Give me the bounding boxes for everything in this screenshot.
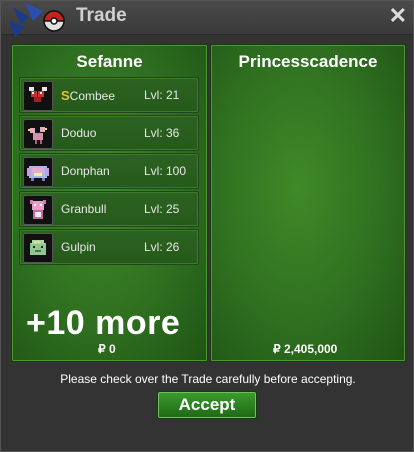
shiny-icon: S <box>61 88 70 103</box>
doduo-sprite-icon <box>23 119 53 149</box>
pokemon-name: Granbull <box>61 202 107 216</box>
pokemon-level: Lvl: 21 <box>144 88 180 102</box>
trade-window: Trade ✕ Sefanne SCombee Lvl: 21 Doduo Lv… <box>0 0 414 452</box>
partner-name: Princesscadence <box>238 52 378 71</box>
pokemon-row[interactable]: Donphan Lvl: 100 <box>19 153 199 189</box>
player-name: Sefanne <box>76 52 143 71</box>
pokemon-level: Lvl: 26 <box>144 240 180 254</box>
combee-sprite-icon <box>23 81 53 111</box>
pokemon-level: Lvl: 36 <box>144 126 180 140</box>
pokemon-name: Gulpin <box>61 240 96 254</box>
my-offer-panel: Sefanne SCombee Lvl: 21 Doduo Lvl: 36 Do… <box>11 44 208 362</box>
pokemon-level: Lvl: 100 <box>144 164 187 178</box>
pokemon-row[interactable]: SCombee Lvl: 21 <box>19 77 199 113</box>
close-icon[interactable]: ✕ <box>389 3 407 29</box>
pokemon-row[interactable]: Granbull Lvl: 25 <box>19 191 199 227</box>
pokeball-logo-icon <box>9 3 65 37</box>
pokemon-name: Donphan <box>61 164 110 178</box>
window-title: Trade <box>76 5 127 26</box>
trade-notice: Please check over the Trade carefully be… <box>60 372 356 386</box>
pokemon-row[interactable]: Gulpin Lvl: 26 <box>19 229 199 265</box>
gulpin-sprite-icon <box>23 233 53 263</box>
accept-button[interactable]: Accept <box>158 392 256 418</box>
pokemon-level: Lvl: 25 <box>144 202 180 216</box>
pokemon-name: Doduo <box>61 126 97 140</box>
partner-money-amount: ₽ 2,405,000 <box>273 342 338 356</box>
donphan-sprite-icon <box>23 157 53 187</box>
pokemon-row[interactable]: Doduo Lvl: 36 <box>19 115 199 151</box>
granbull-sprite-icon <box>23 195 53 225</box>
money-amount: ₽ 0 <box>98 342 116 356</box>
pokemon-name: SCombee <box>61 88 116 103</box>
partner-offer-panel: Princesscadence ₽ 2,405,000 <box>210 44 406 362</box>
more-pokemon-label: +10 more <box>26 304 181 342</box>
title-bar[interactable]: Trade ✕ <box>1 1 413 37</box>
